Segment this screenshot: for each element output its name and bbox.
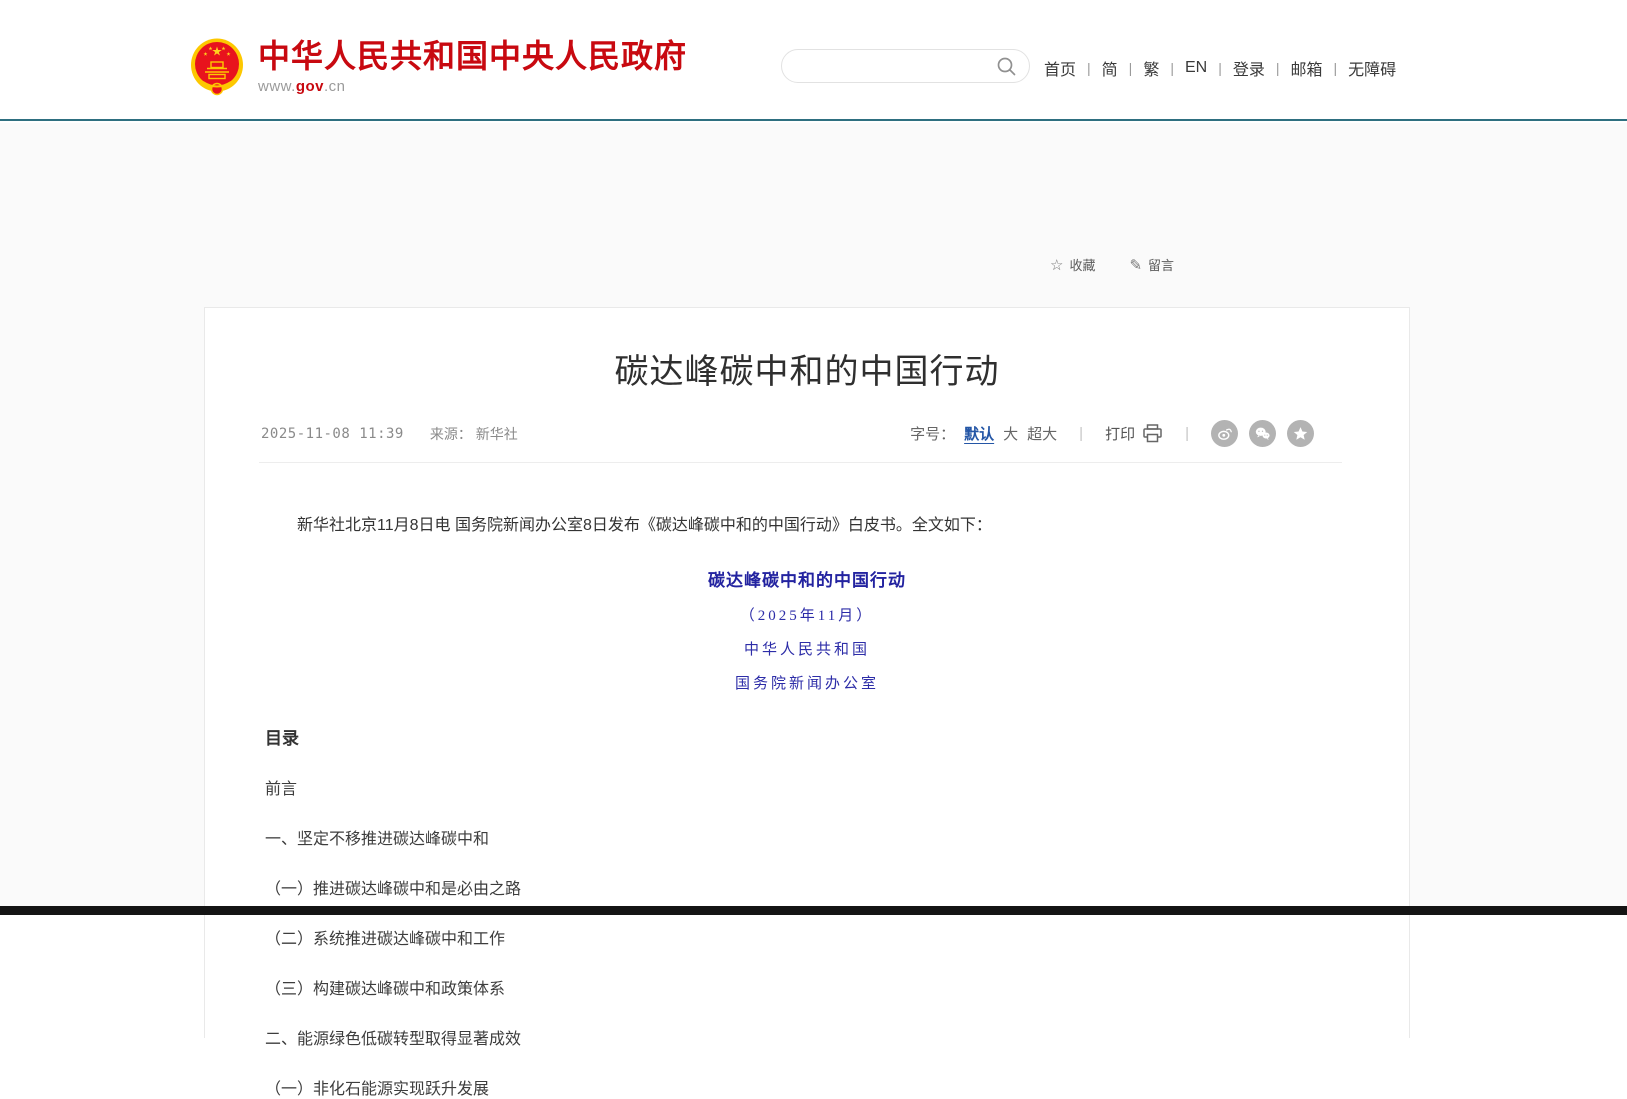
toc-item: （一）非化石能源实现跃升发展	[265, 1075, 1349, 1099]
print-label: 打印	[1105, 423, 1135, 444]
toc-item: 一、坚定不移推进碳达峰碳中和	[265, 825, 1349, 849]
publish-date: 2025-11-08 11:39	[261, 426, 404, 442]
weibo-share-button[interactable]	[1211, 420, 1238, 447]
site-header: 中华人民共和国中央人民政府 www.gov.cn 首页 | 简 | 繁 | EN | 登录 | 邮箱…	[0, 0, 1627, 121]
nav-link-6[interactable]: 邮箱	[1291, 56, 1323, 80]
intro-paragraph: 新华社北京11月8日电 国务院新闻办公室8日发布《碳达峰碳中和的中国行动》白皮书…	[265, 513, 1349, 539]
article-title: 碳达峰碳中和的中国行动	[265, 344, 1349, 393]
search-input[interactable]	[794, 58, 996, 74]
wechat-share-button[interactable]	[1249, 420, 1276, 447]
toc-list: 前言一、坚定不移推进碳达峰碳中和 （一）推进碳达峰碳中和是必由之路 （二）系统推进碳…	[265, 775, 1349, 1099]
qzone-share-button[interactable]	[1287, 420, 1314, 447]
source-name[interactable]: 新华社	[476, 426, 518, 442]
comment-button[interactable]: ✎ 留言	[1129, 255, 1174, 274]
doc-org-line1: 中华人民共和国	[265, 638, 1349, 659]
search-box[interactable]	[781, 49, 1030, 83]
doc-org-line2: 国务院新闻办公室	[265, 672, 1349, 693]
meta-divider: |	[1079, 425, 1083, 442]
doc-title: 碳达峰碳中和的中国行动	[265, 566, 1349, 591]
font-size-label: 字号：	[910, 423, 955, 444]
toc-item: （二）系统推进碳达峰碳中和工作	[265, 925, 1349, 949]
nav-link-4[interactable]: EN	[1185, 59, 1207, 77]
nav-link-2[interactable]: 简	[1102, 56, 1118, 80]
wechat-icon	[1254, 425, 1271, 442]
toc-item: 二、能源绿色低碳转型取得显著成效	[265, 1025, 1349, 1049]
font-size-option[interactable]: 大	[1003, 423, 1018, 444]
nav-link-3[interactable]: 繁	[1143, 56, 1159, 80]
nav-separator: |	[1170, 60, 1174, 76]
article-meta-left: 2025-11-08 11:39 来源： 新华社	[261, 424, 518, 444]
pencil-icon: ✎	[1129, 256, 1142, 274]
toc-item: 前言	[265, 775, 1349, 799]
top-nav: 首页 | 简 | 繁 | EN | 登录 | 邮箱 | 无障碍	[1044, 56, 1396, 80]
nav-separator: |	[1276, 60, 1280, 76]
bottom-edge-bar	[0, 906, 1627, 915]
site-logo[interactable]: 中华人民共和国中央人民政府 www.gov.cn	[190, 38, 687, 96]
font-size-option[interactable]: 超大	[1027, 423, 1057, 444]
share-group	[1211, 420, 1314, 447]
star-outline-icon: ☆	[1050, 256, 1063, 274]
article-meta-right: 字号： 默认大超大 | 打印 |	[910, 420, 1314, 447]
toc-heading: 目录	[265, 724, 1349, 749]
toc-item: （一）推进碳达峰碳中和是必由之路	[265, 875, 1349, 899]
site-title: 中华人民共和国中央人民政府	[258, 39, 687, 74]
doc-date: （2025年11月）	[265, 604, 1349, 625]
search-icon[interactable]	[996, 56, 1017, 77]
nav-separator: |	[1129, 60, 1133, 76]
favorite-label: 收藏	[1069, 255, 1095, 274]
printer-icon	[1142, 424, 1163, 443]
print-button[interactable]: 打印	[1105, 423, 1163, 444]
favorite-button[interactable]: ☆ 收藏	[1050, 255, 1095, 274]
weibo-icon	[1216, 425, 1233, 442]
font-size-option[interactable]: 默认	[964, 423, 994, 444]
meta-divider: |	[1185, 425, 1189, 442]
page-actions: ☆ 收藏 ✎ 留言	[1050, 255, 1174, 274]
article-meta-row: 2025-11-08 11:39 来源： 新华社 字号： 默认大超大 | 打印 …	[259, 420, 1342, 463]
site-url: www.gov.cn	[258, 78, 687, 95]
nav-separator: |	[1334, 60, 1338, 76]
qzone-star-icon	[1292, 425, 1309, 442]
national-emblem-icon	[190, 38, 244, 96]
comment-label: 留言	[1148, 255, 1174, 274]
nav-separator: |	[1218, 60, 1222, 76]
page-background: ☆ 收藏 ✎ 留言 碳达峰碳中和的中国行动 2025-11-08 11:39 来…	[0, 123, 1627, 915]
nav-link-5[interactable]: 登录	[1233, 56, 1265, 80]
article-body: 新华社北京11月8日电 国务院新闻办公室8日发布《碳达峰碳中和的中国行动》白皮书…	[205, 513, 1409, 1099]
font-size-options: 默认大超大	[955, 423, 1057, 444]
source-line: 来源： 新华社	[430, 424, 518, 444]
article-panel: 碳达峰碳中和的中国行动 2025-11-08 11:39 来源： 新华社 字号：…	[204, 307, 1410, 1038]
logo-text: 中华人民共和国中央人民政府 www.gov.cn	[258, 39, 687, 95]
toc-item: （三）构建碳达峰碳中和政策体系	[265, 975, 1349, 999]
nav-link-1[interactable]: 首页	[1044, 56, 1076, 80]
nav-separator: |	[1087, 60, 1091, 76]
nav-link-7[interactable]: 无障碍	[1348, 56, 1396, 80]
